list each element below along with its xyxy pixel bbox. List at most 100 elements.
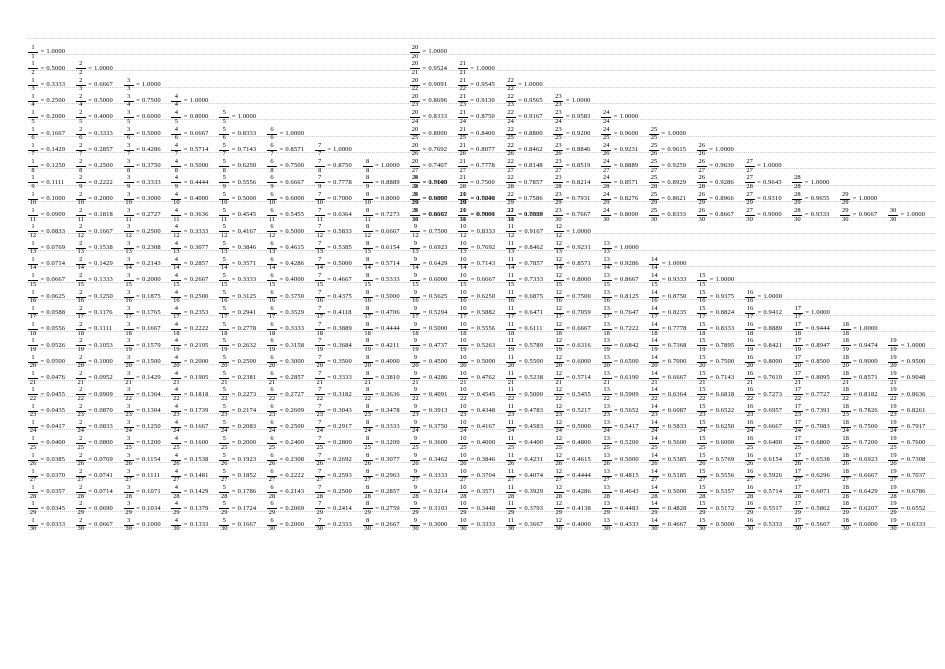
- decimal-value: 0.4211: [381, 343, 400, 350]
- denominator: 25: [364, 444, 371, 451]
- decimal-value: 0.9048: [907, 375, 926, 382]
- fraction-icon: 27: [76, 143, 86, 158]
- fraction-icon: 711: [315, 208, 325, 223]
- equals-sign: =: [710, 473, 714, 480]
- equals-sign: =: [662, 489, 666, 496]
- denominator: 17: [317, 314, 324, 321]
- frac-8-24: 824=0.3333: [363, 420, 400, 435]
- denominator: 9: [127, 183, 130, 190]
- denominator: 30: [795, 526, 802, 533]
- equals-sign: =: [710, 440, 714, 447]
- fraction-icon: 422: [171, 387, 181, 402]
- denominator: 26: [78, 461, 85, 468]
- fraction-icon: 430: [171, 518, 181, 533]
- frac-15-23: 1523=0.6522: [697, 404, 734, 419]
- decimal-value: 0.4643: [620, 489, 639, 496]
- equals-sign: =: [853, 375, 857, 382]
- fraction-icon: 22: [76, 61, 86, 76]
- frac-12-16: 1216=0.7500: [554, 290, 591, 305]
- decimal-value: 0.4706: [381, 310, 400, 317]
- fraction-icon: 912: [410, 224, 420, 239]
- equals-sign: =: [136, 506, 140, 513]
- decimal-value: 0.2000: [46, 114, 65, 121]
- equals-sign: =: [232, 457, 236, 464]
- frac-5-18: 518=0.2778: [219, 322, 256, 337]
- fraction-icon: 1729: [793, 501, 803, 516]
- fraction-icon: 2327: [553, 159, 563, 174]
- equals-sign: =: [423, 440, 427, 447]
- decimal-value: 0.3529: [285, 310, 304, 317]
- equals-sign: =: [184, 506, 188, 513]
- frac-2-6: 26=0.3333: [76, 127, 113, 142]
- decimal-value: 1.0000: [859, 196, 878, 203]
- frac-14-26: 1426=0.5385: [649, 453, 686, 468]
- numerator: 7: [315, 273, 325, 281]
- denominator: 30: [556, 526, 563, 533]
- fraction-icon: 1230: [554, 518, 564, 533]
- fraction-icon: 717: [315, 306, 325, 321]
- denominator: 23: [508, 412, 515, 419]
- frac-28-29: 2829=0.9655: [792, 192, 829, 207]
- equals-sign: =: [901, 473, 905, 480]
- decimal-value: 0.7000: [476, 212, 495, 219]
- fraction-icon: 48: [171, 159, 181, 174]
- decimal-value: 0.4000: [190, 196, 209, 203]
- frac-19-19: 1919=1.0000: [888, 338, 925, 353]
- denominator: 16: [78, 298, 85, 305]
- numerator: 14: [649, 273, 659, 281]
- denominator: 19: [651, 346, 658, 353]
- numerator: 9: [410, 436, 420, 444]
- fraction-icon: 55: [219, 110, 229, 125]
- equals-sign: =: [41, 277, 45, 284]
- decimal-value: 0.5789: [524, 343, 543, 350]
- decimal-value: 0.7273: [763, 392, 782, 399]
- frac-1-23: 123=0.0435: [28, 404, 65, 419]
- fraction-icon: 516: [219, 290, 229, 305]
- denominator: 25: [173, 444, 180, 451]
- denominator: 21: [78, 379, 85, 386]
- frac-26-26: 2626=1.0000: [697, 143, 734, 158]
- denominator: 13: [603, 249, 610, 256]
- decimal-value: 0.3333: [285, 326, 304, 333]
- denominator: 15: [269, 281, 276, 288]
- numerator: 6: [267, 371, 277, 379]
- decimal-value: 0.2667: [190, 277, 209, 284]
- equals-sign: =: [41, 440, 45, 447]
- fraction-icon: 129: [28, 501, 38, 516]
- denominator: 4: [175, 102, 178, 109]
- decimal-value: 0.2143: [142, 261, 161, 268]
- decimal-value: 0.7778: [476, 163, 495, 170]
- decimal-value: 0.6364: [333, 212, 352, 219]
- fraction-icon: 2026: [410, 143, 420, 158]
- equals-sign: =: [470, 180, 474, 187]
- denominator: 5: [31, 118, 34, 125]
- decimal-value: 0.4348: [477, 408, 496, 415]
- frac-15-28: 1528=0.5357: [697, 485, 734, 500]
- frac-17-19: 1719=0.8947: [793, 338, 830, 353]
- denominator: 19: [699, 346, 706, 353]
- denominator: 11: [364, 216, 370, 223]
- frac-10-26: 1026=0.3846: [458, 453, 495, 468]
- decimal-value: 0.2353: [190, 310, 209, 317]
- equals-sign: =: [88, 147, 92, 154]
- fraction-icon: 417: [171, 306, 181, 321]
- equals-sign: =: [136, 277, 140, 284]
- frac-22-22: 2222=1.0000: [506, 78, 543, 93]
- decimal-value: 0.2143: [285, 489, 304, 496]
- decimal-value: 0.4286: [572, 489, 591, 496]
- fraction-icon: 917: [410, 306, 420, 321]
- frac-3-19: 319=0.1579: [124, 338, 161, 353]
- frac-1-9: 19=0.1111: [28, 175, 64, 190]
- equals-sign: =: [88, 82, 92, 89]
- decimal-value: 0.4000: [572, 522, 591, 529]
- decimal-value: 0.1250: [94, 294, 113, 301]
- decimal-value: 0.2222: [190, 326, 209, 333]
- frac-4-23: 423=0.1739: [171, 404, 208, 419]
- frac-3-20: 320=0.1500: [124, 355, 161, 370]
- fraction-icon: 419: [171, 338, 181, 353]
- equals-sign: =: [662, 261, 666, 268]
- frac-9-18: 918=0.5000: [410, 322, 447, 337]
- frac-17-18: 1718=0.9444: [793, 322, 830, 337]
- equals-sign: =: [88, 245, 92, 252]
- decimal-value: 0.0400: [46, 440, 65, 447]
